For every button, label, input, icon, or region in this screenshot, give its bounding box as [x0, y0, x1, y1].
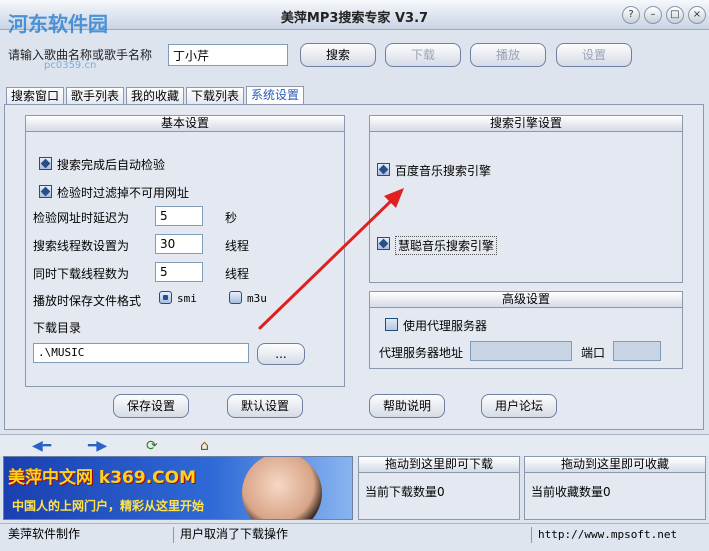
- baidu-engine-label: 百度音乐搜索引擎: [395, 164, 492, 178]
- tab-singer-list[interactable]: 歌手列表: [66, 87, 125, 105]
- threads-input[interactable]: 30: [155, 234, 203, 254]
- huicong-engine-checkbox[interactable]: [377, 237, 390, 250]
- format-label: 播放时保存文件格式: [33, 294, 142, 308]
- engine-settings-group: 搜索引擎设置: [369, 115, 683, 283]
- status-message: 用户取消了下载操作: [176, 527, 532, 543]
- baidu-engine-checkbox[interactable]: [377, 163, 390, 176]
- settings-panel: 基本设置 搜索完成后自动检验 检验时过滤掉不可用网址 检验网址时延迟为 5 秒 …: [4, 104, 704, 430]
- basic-settings-title: 基本设置: [26, 116, 344, 132]
- banner-slogan: 中国人的上网门户，精彩从这里开始: [12, 499, 205, 513]
- search-input[interactable]: 丁小芹: [168, 44, 288, 66]
- play-button[interactable]: 播放: [470, 43, 546, 67]
- banner-ad[interactable]: 美萍中文网 k369.COM 中国人的上网门户，精彩从这里开始: [3, 456, 353, 520]
- banner-brand: 美萍中文网 k369.COM: [8, 468, 197, 488]
- download-drop-title: 拖动到这里即可下载: [359, 457, 519, 473]
- search-toolbar: 请输入歌曲名称或歌手名称 pc0359.cn 丁小芹 搜索 下载 播放 设置: [0, 30, 709, 82]
- use-proxy-checkbox[interactable]: [385, 318, 398, 331]
- proxy-address-input[interactable]: [470, 341, 572, 361]
- advanced-settings-title: 高级设置: [370, 292, 682, 308]
- status-bar: 美萍软件制作 用户取消了下载操作 http://www.mpsoft.net: [0, 523, 709, 551]
- download-count: 当前下载数量0: [365, 485, 445, 499]
- watermark-sub: pc0359.cn: [44, 60, 97, 71]
- favorite-drop-title: 拖动到这里即可收藏: [525, 457, 705, 473]
- forward-arrow-icon[interactable]: ━▶: [88, 438, 107, 454]
- save-settings-button[interactable]: 保存设置: [113, 394, 189, 418]
- app-window: 河东软件园 美萍MP3搜索专家 V3.7 ? – □ × 请输入歌曲名称或歌手名…: [0, 0, 709, 551]
- filter-bad-checkbox[interactable]: [39, 185, 52, 198]
- filter-bad-label: 检验时过滤掉不可用网址: [57, 186, 190, 200]
- auto-check-checkbox[interactable]: [39, 157, 52, 170]
- title-bar[interactable]: 河东软件园 美萍MP3搜索专家 V3.7 ? – □ ×: [0, 0, 709, 36]
- refresh-icon[interactable]: ⟳: [146, 438, 158, 454]
- forum-button[interactable]: 用户论坛: [481, 394, 557, 418]
- back-arrow-icon[interactable]: ◀━: [32, 438, 51, 454]
- dir-label: 下载目录: [33, 321, 82, 335]
- nav-bar: ◀━ ━▶ ⟳ ⌂: [0, 434, 709, 456]
- banner-photo: [242, 457, 322, 519]
- status-url[interactable]: http://www.mpsoft.net: [534, 527, 704, 543]
- favorite-drop-area[interactable]: 拖动到这里即可收藏 当前收藏数量0: [524, 456, 706, 520]
- port-input[interactable]: [613, 341, 661, 361]
- download-drop-area[interactable]: 拖动到这里即可下载 当前下载数量0: [358, 456, 520, 520]
- default-settings-button[interactable]: 默认设置: [227, 394, 303, 418]
- auto-check-label: 搜索完成后自动检验: [57, 158, 166, 172]
- dl-threads-input[interactable]: 5: [155, 262, 203, 282]
- status-maker: 美萍软件制作: [4, 527, 174, 543]
- window-title: 美萍MP3搜索专家 V3.7: [280, 11, 429, 26]
- format-smi-radio[interactable]: [159, 291, 172, 304]
- browse-button[interactable]: ...: [257, 343, 305, 365]
- huicong-engine-label: 慧聪音乐搜索引擎: [395, 236, 498, 255]
- dl-threads-unit: 线程: [225, 267, 250, 281]
- port-label: 端口: [581, 346, 606, 360]
- favorite-count: 当前收藏数量0: [531, 485, 611, 499]
- minimize-icon[interactable]: –: [644, 6, 662, 24]
- delay-unit: 秒: [225, 211, 238, 225]
- tab-system-settings[interactable]: 系统设置: [246, 86, 305, 105]
- tab-download-list[interactable]: 下载列表: [186, 87, 245, 105]
- proxy-address-label: 代理服务器地址: [379, 346, 464, 360]
- format-m3u-radio[interactable]: [229, 291, 242, 304]
- format-smi-label: smi: [177, 292, 197, 305]
- use-proxy-label: 使用代理服务器: [403, 319, 488, 333]
- download-button[interactable]: 下载: [385, 43, 461, 67]
- engine-settings-title: 搜索引擎设置: [370, 116, 682, 132]
- threads-unit: 线程: [225, 239, 250, 253]
- help-window-icon[interactable]: ?: [622, 6, 640, 24]
- help-button[interactable]: 帮助说明: [369, 394, 445, 418]
- tab-favorites[interactable]: 我的收藏: [126, 87, 185, 105]
- format-m3u-label: m3u: [247, 292, 267, 305]
- dir-input[interactable]: .\MUSIC: [33, 343, 249, 363]
- threads-label: 搜索线程数设置为: [33, 239, 130, 253]
- dl-threads-label: 同时下载线程数为: [33, 267, 130, 281]
- settings-button[interactable]: 设置: [556, 43, 632, 67]
- close-icon[interactable]: ×: [688, 6, 706, 24]
- home-icon[interactable]: ⌂: [200, 438, 209, 454]
- search-button[interactable]: 搜索: [300, 43, 376, 67]
- maximize-icon[interactable]: □: [666, 6, 684, 24]
- tab-search-window[interactable]: 搜索窗口: [6, 87, 65, 105]
- delay-label: 检验网址时延迟为: [33, 211, 130, 225]
- delay-input[interactable]: 5: [155, 206, 203, 226]
